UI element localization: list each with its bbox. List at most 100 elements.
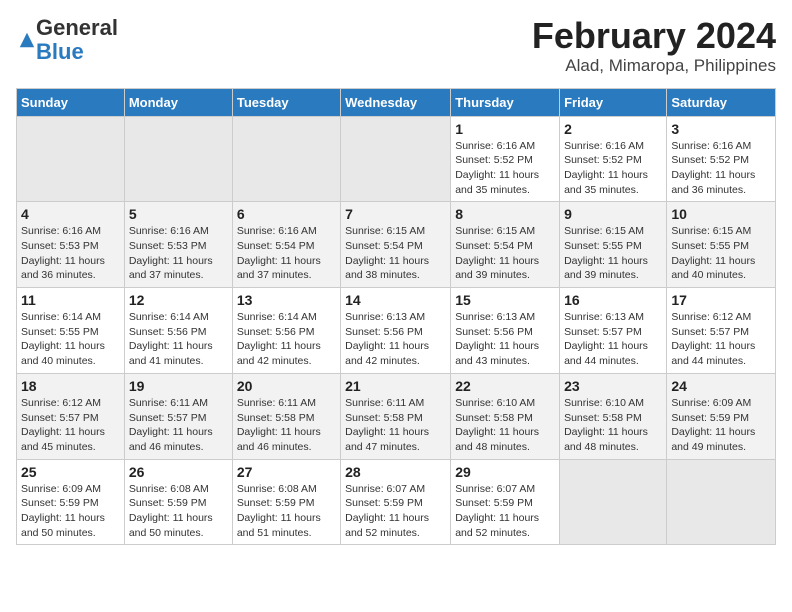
calendar-cell: 17 Sunrise: 6:12 AM Sunset: 5:57 PM Dayli… <box>667 288 776 374</box>
day-number: 23 <box>564 378 662 394</box>
day-number: 18 <box>21 378 120 394</box>
calendar-cell: 28 Sunrise: 6:07 AM Sunset: 5:59 PM Dayli… <box>341 459 451 545</box>
day-info: Sunrise: 6:16 AM Sunset: 5:52 PM Dayligh… <box>671 139 771 198</box>
day-number: 29 <box>455 464 555 480</box>
calendar-cell: 12Sunrise: 6:14 AM Sunset: 5:56 PM Dayli… <box>124 288 232 374</box>
calendar-cell: 8 Sunrise: 6:15 AM Sunset: 5:54 PM Daylig… <box>451 202 560 288</box>
day-info: Sunrise: 6:13 AM Sunset: 5:56 PM Dayligh… <box>455 310 555 369</box>
day-info: Sunrise: 6:08 AM Sunset: 5:59 PM Dayligh… <box>129 482 228 541</box>
header-tuesday: Tuesday <box>232 88 340 116</box>
calendar-cell: 24Sunrise: 6:09 AM Sunset: 5:59 PM Dayli… <box>667 373 776 459</box>
day-number: 25 <box>21 464 120 480</box>
calendar-cell: 9 Sunrise: 6:15 AM Sunset: 5:55 PM Daylig… <box>560 202 667 288</box>
day-number: 9 <box>564 206 662 222</box>
calendar-cell <box>124 116 232 202</box>
day-number: 4 <box>21 206 120 222</box>
calendar-cell: 29 Sunrise: 6:07 AM Sunset: 5:59 PM Dayli… <box>451 459 560 545</box>
calendar-cell: 11 Sunrise: 6:14 AM Sunset: 5:55 PM Dayli… <box>17 288 125 374</box>
calendar-cell: 14 Sunrise: 6:13 AM Sunset: 5:56 PM Dayli… <box>341 288 451 374</box>
day-info: Sunrise: 6:11 AM Sunset: 5:57 PM Dayligh… <box>129 396 228 455</box>
calendar-week-3: 11 Sunrise: 6:14 AM Sunset: 5:55 PM Dayli… <box>17 288 776 374</box>
day-number: 1 <box>455 121 555 137</box>
day-number: 28 <box>345 464 446 480</box>
calendar-week-4: 18 Sunrise: 6:12 AM Sunset: 5:57 PM Dayli… <box>17 373 776 459</box>
day-number: 10 <box>671 206 771 222</box>
day-number: 7 <box>345 206 446 222</box>
day-info: Sunrise: 6:10 AM Sunset: 5:58 PM Dayligh… <box>455 396 555 455</box>
day-info: Sunrise: 6:16 AM Sunset: 5:52 PM Dayligh… <box>564 139 662 198</box>
day-number: 17 <box>671 292 771 308</box>
logo: General Blue <box>16 16 118 64</box>
day-info: Sunrise: 6:15 AM Sunset: 5:54 PM Dayligh… <box>455 224 555 283</box>
calendar-cell: 13 Sunrise: 6:14 AM Sunset: 5:56 PM Dayli… <box>232 288 340 374</box>
header-sunday: Sunday <box>17 88 125 116</box>
header-wednesday: Wednesday <box>341 88 451 116</box>
day-info: Sunrise: 6:10 AM Sunset: 5:58 PM Dayligh… <box>564 396 662 455</box>
logo-general: General <box>36 15 118 40</box>
title-block: February 2024 Alad, Mimaropa, Philippine… <box>532 16 776 76</box>
page-header: General Blue February 2024 Alad, Mimarop… <box>16 16 776 76</box>
day-number: 3 <box>671 121 771 137</box>
day-info: Sunrise: 6:09 AM Sunset: 5:59 PM Dayligh… <box>21 482 120 541</box>
day-number: 22 <box>455 378 555 394</box>
day-info: Sunrise: 6:09 AM Sunset: 5:59 PM Dayligh… <box>671 396 771 455</box>
day-number: 16 <box>564 292 662 308</box>
calendar-title: February 2024 <box>532 16 776 56</box>
logo-blue: Blue <box>36 39 84 64</box>
calendar-week-2: 4 Sunrise: 6:16 AM Sunset: 5:53 PM Daylig… <box>17 202 776 288</box>
day-number: 6 <box>237 206 336 222</box>
header-thursday: Thursday <box>451 88 560 116</box>
calendar-week-5: 25 Sunrise: 6:09 AM Sunset: 5:59 PM Dayli… <box>17 459 776 545</box>
calendar-subtitle: Alad, Mimaropa, Philippines <box>532 56 776 76</box>
calendar-cell: 26 Sunrise: 6:08 AM Sunset: 5:59 PM Dayli… <box>124 459 232 545</box>
day-info: Sunrise: 6:15 AM Sunset: 5:55 PM Dayligh… <box>564 224 662 283</box>
calendar-cell: 3 Sunrise: 6:16 AM Sunset: 5:52 PM Daylig… <box>667 116 776 202</box>
day-info: Sunrise: 6:15 AM Sunset: 5:54 PM Dayligh… <box>345 224 446 283</box>
day-number: 5 <box>129 206 228 222</box>
day-info: Sunrise: 6:11 AM Sunset: 5:58 PM Dayligh… <box>345 396 446 455</box>
calendar-table: SundayMondayTuesdayWednesdayThursdayFrid… <box>16 88 776 546</box>
calendar-cell: 18 Sunrise: 6:12 AM Sunset: 5:57 PM Dayli… <box>17 373 125 459</box>
day-info: Sunrise: 6:16 AM Sunset: 5:53 PM Dayligh… <box>129 224 228 283</box>
day-number: 2 <box>564 121 662 137</box>
calendar-week-1: 1 Sunrise: 6:16 AM Sunset: 5:52 PM Daylig… <box>17 116 776 202</box>
calendar-cell: 4 Sunrise: 6:16 AM Sunset: 5:53 PM Daylig… <box>17 202 125 288</box>
calendar-cell: 21 Sunrise: 6:11 AM Sunset: 5:58 PM Dayli… <box>341 373 451 459</box>
calendar-cell: 19Sunrise: 6:11 AM Sunset: 5:57 PM Dayli… <box>124 373 232 459</box>
day-info: Sunrise: 6:12 AM Sunset: 5:57 PM Dayligh… <box>671 310 771 369</box>
day-info: Sunrise: 6:14 AM Sunset: 5:56 PM Dayligh… <box>237 310 336 369</box>
day-info: Sunrise: 6:15 AM Sunset: 5:55 PM Dayligh… <box>671 224 771 283</box>
day-info: Sunrise: 6:13 AM Sunset: 5:57 PM Dayligh… <box>564 310 662 369</box>
calendar-cell: 25 Sunrise: 6:09 AM Sunset: 5:59 PM Dayli… <box>17 459 125 545</box>
day-info: Sunrise: 6:08 AM Sunset: 5:59 PM Dayligh… <box>237 482 336 541</box>
day-number: 27 <box>237 464 336 480</box>
calendar-cell: 5 Sunrise: 6:16 AM Sunset: 5:53 PM Daylig… <box>124 202 232 288</box>
day-number: 13 <box>237 292 336 308</box>
day-number: 14 <box>345 292 446 308</box>
day-number: 20 <box>237 378 336 394</box>
day-info: Sunrise: 6:16 AM Sunset: 5:53 PM Dayligh… <box>21 224 120 283</box>
day-info: Sunrise: 6:13 AM Sunset: 5:56 PM Dayligh… <box>345 310 446 369</box>
header-saturday: Saturday <box>667 88 776 116</box>
day-info: Sunrise: 6:07 AM Sunset: 5:59 PM Dayligh… <box>345 482 446 541</box>
calendar-cell: 10 Sunrise: 6:15 AM Sunset: 5:55 PM Dayli… <box>667 202 776 288</box>
day-number: 21 <box>345 378 446 394</box>
day-info: Sunrise: 6:16 AM Sunset: 5:52 PM Dayligh… <box>455 139 555 198</box>
day-info: Sunrise: 6:14 AM Sunset: 5:55 PM Dayligh… <box>21 310 120 369</box>
day-info: Sunrise: 6:07 AM Sunset: 5:59 PM Dayligh… <box>455 482 555 541</box>
day-info: Sunrise: 6:12 AM Sunset: 5:57 PM Dayligh… <box>21 396 120 455</box>
calendar-cell: 22 Sunrise: 6:10 AM Sunset: 5:58 PM Dayli… <box>451 373 560 459</box>
calendar-cell: 1 Sunrise: 6:16 AM Sunset: 5:52 PM Daylig… <box>451 116 560 202</box>
day-info: Sunrise: 6:16 AM Sunset: 5:54 PM Dayligh… <box>237 224 336 283</box>
calendar-cell: 2 Sunrise: 6:16 AM Sunset: 5:52 PM Daylig… <box>560 116 667 202</box>
header-friday: Friday <box>560 88 667 116</box>
calendar-cell: 23 Sunrise: 6:10 AM Sunset: 5:58 PM Dayli… <box>560 373 667 459</box>
day-number: 26 <box>129 464 228 480</box>
calendar-cell <box>667 459 776 545</box>
day-number: 8 <box>455 206 555 222</box>
calendar-cell <box>341 116 451 202</box>
calendar-cell: 27 Sunrise: 6:08 AM Sunset: 5:59 PM Dayli… <box>232 459 340 545</box>
logo-icon <box>18 31 36 49</box>
calendar-cell <box>232 116 340 202</box>
day-number: 11 <box>21 292 120 308</box>
